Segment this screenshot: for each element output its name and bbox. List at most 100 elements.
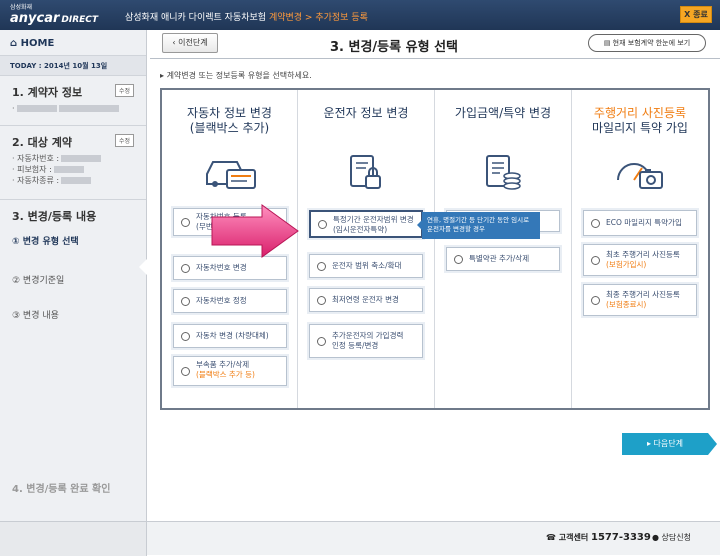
column-title: 가입금액/특약 변경	[454, 106, 552, 120]
radio-button[interactable]	[591, 256, 600, 265]
sidebar: ⌂ HOME TODAY : 2014년 10월 13일 1. 계약자 정보 수…	[0, 30, 147, 530]
home-label: HOME	[20, 38, 55, 49]
column-title-line1: 주행거리 사진등록	[593, 106, 687, 120]
phone-label: 고객센터	[558, 533, 589, 542]
home-icon: ⌂	[10, 38, 21, 49]
radio-button[interactable]	[181, 332, 190, 341]
radio-button[interactable]	[317, 262, 326, 271]
option-driver-range[interactable]: 운전자 범위 축소/확대	[309, 254, 423, 278]
option-label: 자동차 변경 (차량대체)	[196, 331, 269, 340]
column-title-line2: 마일리지 특약 가입	[592, 121, 688, 135]
footer-left-panel	[0, 522, 147, 556]
option-initial-mileage[interactable]: 최초 주행거리 사진등록 (보험가입시)	[583, 244, 697, 276]
contract-item-label: · 자동차종류 :	[12, 176, 60, 185]
nav-change-type[interactable]: ① 변경 유형 선택	[0, 228, 146, 253]
section-change-title: 3. 변경/등록 내용	[12, 210, 97, 223]
option-label: 최저연령 운전자 변경	[332, 295, 399, 304]
next-step-button[interactable]: ▸ 다음단계	[622, 433, 717, 455]
contractor-info-redacted: ·	[12, 103, 134, 114]
view-contract-button[interactable]: ▤ 현재 보험계약 한눈에 보기	[588, 34, 706, 52]
option-label: 최종 주행거리 사진등록	[606, 290, 680, 299]
view-contract-label: 현재 보험계약 한눈에 보기	[612, 39, 691, 47]
header-title-prefix: 삼성화재 애니카 다이렉트 자동차보험	[125, 13, 267, 23]
option-special-rider[interactable]: 특별약관 추가/삭제	[446, 247, 560, 271]
radio-button[interactable]	[591, 219, 600, 228]
nav-change-date[interactable]: ② 변경기준일	[0, 267, 146, 292]
column-driver-info: 운전자 정보 변경 특정기간 운전자범위 변경 (임시운전자특약) 운전자 범위 …	[298, 90, 435, 408]
header-title-highlight: 계약변경 > 추가정보 등록	[268, 13, 368, 23]
nav-change-content[interactable]: ③ 변경 내용	[0, 302, 146, 327]
sidebar-section-change: 3. 변경/등록 내용	[0, 200, 146, 228]
contract-item: · 피보험자 :	[12, 164, 134, 175]
top-bar: 삼성화재 anycar DIRECT 삼성화재 애니카 다이렉트 자동차보험 계약…	[0, 0, 720, 30]
column-amount-rider: 가입금액/특약 변경 가입금액 변경 특별약관 추가/삭제	[435, 90, 572, 408]
anycar-logo[interactable]: 삼성화재 anycar DIRECT	[10, 2, 98, 26]
contract-item: · 자동차번호 :	[12, 153, 134, 164]
nav-complete: 4. 변경/등록 완료 확인	[12, 484, 111, 495]
customer-center: ☎ 고객센터 1577-3339	[546, 532, 651, 543]
option-temp-driver[interactable]: 특정기간 운전자범위 변경 (임시운전자특약)	[309, 210, 423, 238]
person-lock-icon	[346, 152, 386, 195]
prev-step-button[interactable]: ‹ 이전단계	[162, 33, 218, 53]
close-button[interactable]: X 종료	[680, 6, 712, 23]
option-eco-mileage[interactable]: ECO 마일리지 특약가입	[583, 210, 697, 236]
active-indicator	[139, 258, 148, 276]
phone-icon: ☎	[546, 533, 559, 542]
document-coins-icon	[483, 152, 523, 195]
option-label: 특정기간 운전자범위 변경	[333, 215, 414, 224]
home-link[interactable]: ⌂ HOME	[0, 30, 146, 56]
option-sublabel: (임시운전자특약)	[333, 225, 388, 234]
option-sublabel: 인정 등록/변경	[332, 341, 379, 350]
option-final-mileage[interactable]: 최종 주행거리 사진등록 (보험종료시)	[583, 284, 697, 316]
radio-button[interactable]	[181, 218, 190, 227]
option-label: 부속품 추가/삭제	[196, 360, 250, 369]
page-title: 3. 변경/등록 유형 선택	[330, 40, 458, 55]
option-label: 추가운전자의 가입경력	[332, 331, 404, 340]
radio-button[interactable]	[181, 297, 190, 306]
option-sublabel: (보험가입시)	[606, 260, 647, 269]
option-accessories[interactable]: 부속품 추가/삭제 (블랙박스 추가 등)	[173, 356, 287, 386]
edit-contractor-button[interactable]: 수정	[114, 84, 134, 97]
option-replace-car[interactable]: 자동차 변경 (차량대체)	[173, 324, 287, 348]
option-correct-plate[interactable]: 자동차번호 정정	[173, 289, 287, 313]
radio-button[interactable]	[317, 296, 326, 305]
column-title-line2: (블랙박스 추가)	[189, 121, 270, 135]
document-icon: ▤	[603, 39, 613, 47]
radio-button[interactable]	[318, 220, 327, 229]
sidebar-section-contractor: 1. 계약자 정보 수정 ·	[0, 76, 146, 126]
today-date: TODAY : 2014년 10월 13일	[0, 56, 146, 76]
column-title: 자동차 정보 변경 (블랙박스 추가)	[162, 106, 297, 136]
column-title-line1: 자동차 정보 변경	[187, 106, 272, 120]
radio-button[interactable]	[181, 264, 190, 273]
logo-direct-text: DIRECT	[61, 15, 99, 25]
counsel-label: 상담신청	[661, 533, 691, 542]
option-add-driver-career[interactable]: 추가운전자의 가입경력 인정 등록/변경	[309, 324, 423, 358]
radio-button[interactable]	[454, 255, 463, 264]
column-title: 주행거리 사진등록 마일리지 특약 가입	[572, 106, 708, 136]
car-card-icon	[203, 152, 257, 195]
sidebar-section-contract: 2. 대상 계약 수정 · 자동차번호 : · 피보험자 : · 자동차종류 :	[0, 126, 146, 200]
radio-button[interactable]	[317, 337, 326, 346]
divider	[150, 58, 720, 59]
contract-item: · 자동차종류 :	[12, 175, 134, 186]
option-min-age[interactable]: 최저연령 운전자 변경	[309, 288, 423, 312]
option-label: 최초 주행거리 사진등록	[606, 250, 680, 259]
phone-number: 1577-3339	[591, 532, 651, 543]
header-title: 삼성화재 애니카 다이렉트 자동차보험 계약변경 > 추가정보 등록	[125, 10, 368, 23]
option-sublabel: (블랙박스 추가 등)	[196, 370, 255, 379]
prev-step-label: 이전단계	[178, 38, 208, 47]
next-step-label: 다음단계	[653, 439, 683, 448]
contract-item-label: · 피보험자 :	[12, 165, 52, 174]
option-sublabel: (보험종료시)	[606, 300, 647, 309]
option-label: 운전자 범위 축소/확대	[332, 261, 402, 270]
counsel-request-button[interactable]: ● 상담신청	[652, 532, 691, 543]
option-label: 자동차번호 변경	[196, 263, 247, 272]
radio-button[interactable]	[181, 367, 190, 376]
radio-button[interactable]	[591, 296, 600, 305]
arrow-right-icon	[210, 203, 302, 262]
logo-small-text: 삼성화재	[10, 4, 33, 11]
instruction-label: 계약변경 또는 정보등록 유형을 선택하세요.	[166, 71, 312, 80]
edit-contract-button[interactable]: 수정	[114, 134, 134, 147]
person-icon: ●	[652, 533, 662, 542]
option-label: ECO 마일리지 특약가입	[606, 218, 682, 227]
